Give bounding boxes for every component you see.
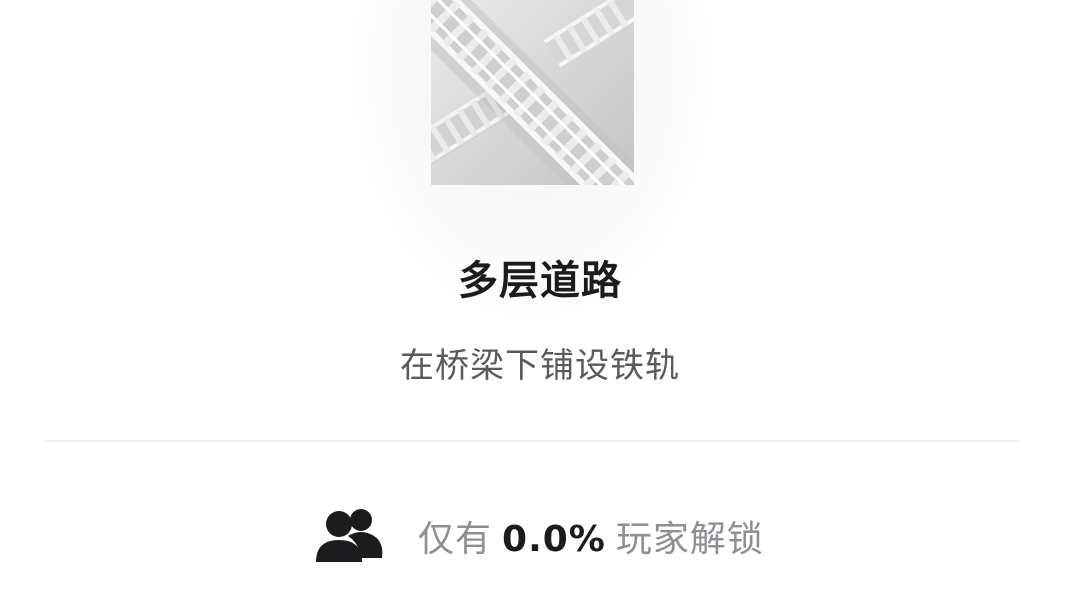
unlock-stats: 仅有 0.0% 玩家解锁 <box>314 504 764 568</box>
achievement-detail: 多层道路 在桥梁下铺设铁轨 仅有 0.0% 玩家解锁 <box>0 0 1080 606</box>
unlock-rate-suffix: 玩家解锁 <box>615 519 764 560</box>
divider <box>44 440 1020 442</box>
unlock-rate-percent: 0.0% <box>502 519 606 560</box>
achievement-title: 多层道路 <box>458 258 622 304</box>
achievement-description: 在桥梁下铺设铁轨 <box>400 346 680 386</box>
achievement-badge-image <box>431 0 634 185</box>
users-icon <box>316 509 383 562</box>
unlock-rate-prefix: 仅有 <box>418 519 493 560</box>
unlock-rate-text: 仅有 0.0% 玩家解锁 <box>418 510 764 562</box>
